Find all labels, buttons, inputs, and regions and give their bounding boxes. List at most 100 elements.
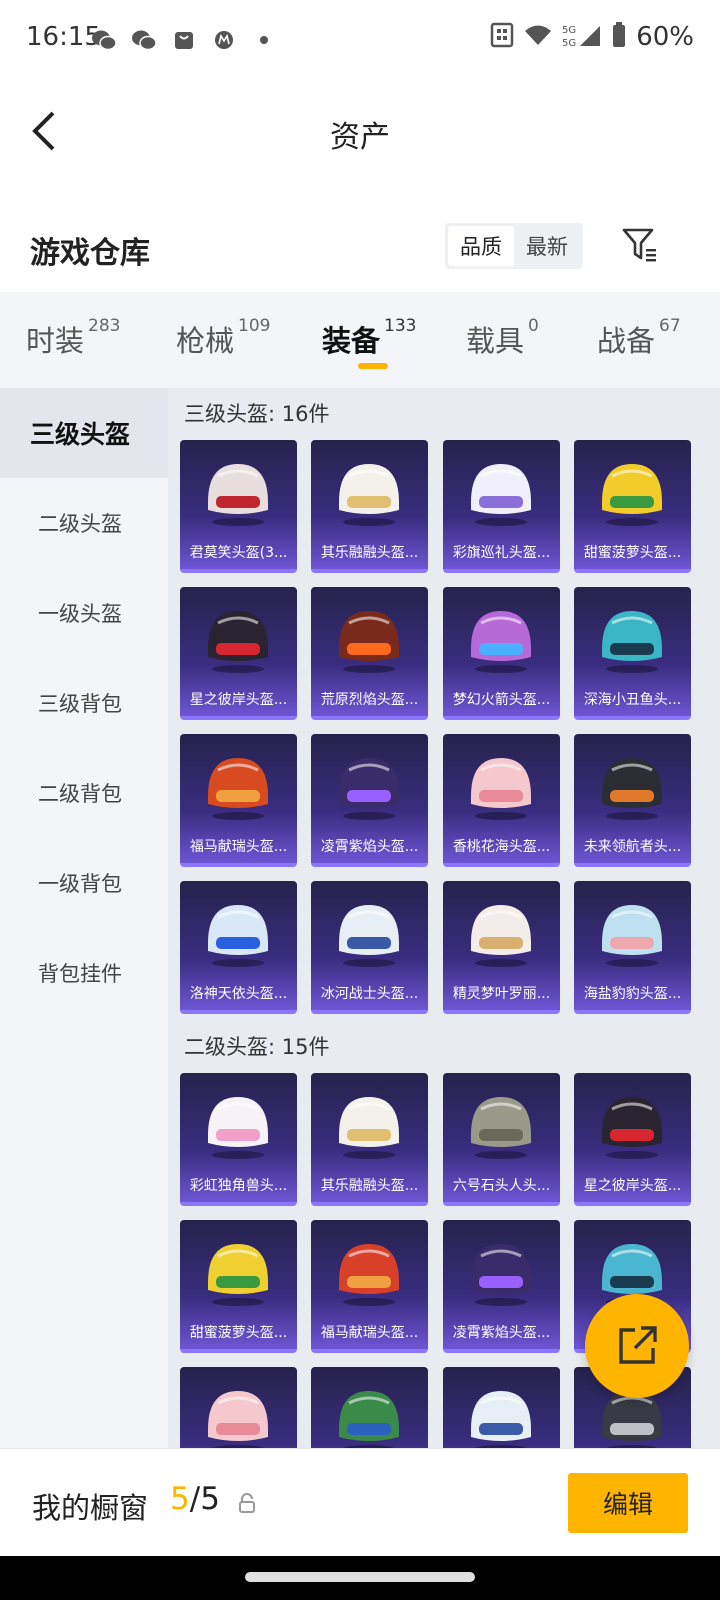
wifi-icon — [524, 24, 552, 50]
sidebar-item-label: 三级头盔 — [30, 420, 131, 449]
item-card[interactable]: 六号石头人头... — [443, 1073, 560, 1206]
filter-icon — [622, 228, 656, 262]
helmet-icon — [339, 1244, 399, 1306]
tab-label: 时装 — [26, 324, 85, 358]
helmet-icon — [471, 464, 531, 526]
sidebar-item-level1-backpack[interactable]: 一级背包 — [0, 838, 168, 928]
status-bar: 16:15 5G 5G 60% — [0, 0, 720, 80]
item-card[interactable]: 梦幻火箭头盔... — [443, 587, 560, 720]
tab-count: 0 — [528, 316, 539, 336]
item-card[interactable]: 其乐融融头盔... — [311, 440, 428, 573]
helmet-icon — [602, 611, 662, 673]
showcase-current: 5 — [170, 1481, 190, 1517]
sidebar-item-level3-helmet[interactable]: 三级头盔 — [0, 388, 168, 478]
tab-vehicles[interactable]: 载具 0 — [466, 316, 539, 360]
item-card-label: 洛神天依头盔... — [189, 986, 288, 1002]
item-card[interactable] — [443, 1367, 560, 1448]
item-card[interactable]: 福马献瑞头盔... — [311, 1220, 428, 1353]
sidebar-item-level2-backpack[interactable]: 二级背包 — [0, 748, 168, 838]
sort-newest-button[interactable]: 最新 — [514, 226, 580, 266]
lock-icon — [239, 1493, 255, 1513]
shopping-bag-icon — [170, 26, 198, 54]
share-icon — [619, 1326, 657, 1364]
item-card[interactable]: 深海小丑鱼头... — [574, 587, 691, 720]
item-card[interactable]: 未来领航者头... — [574, 734, 691, 867]
item-card[interactable]: 福马献瑞头盔... — [180, 734, 297, 867]
group-title: 二级头盔: 15件 — [184, 1035, 330, 1059]
item-card[interactable]: 凌霄紫焰头盔... — [311, 734, 428, 867]
showcase-count: 5/5 — [170, 1481, 220, 1517]
sidebar-item-level3-backpack[interactable]: 三级背包 — [0, 658, 168, 748]
tab-guns[interactable]: 枪械 109 — [176, 316, 270, 360]
item-card[interactable]: 海盐豹豹头盔... — [574, 881, 691, 1014]
signal-icon: 5G 5G — [562, 22, 602, 52]
item-card-label: 星之彼岸头盔... — [189, 692, 288, 708]
wechat-icon — [90, 26, 118, 54]
item-card[interactable]: 冰河战士头盔... — [311, 881, 428, 1014]
home-gesture-handle[interactable] — [245, 1572, 475, 1582]
item-card-label: 君莫笑头盔(3... — [189, 545, 288, 561]
group-title: 三级头盔: 16件 — [184, 402, 330, 426]
item-card[interactable]: 甜蜜菠萝头盔... — [574, 440, 691, 573]
item-card[interactable]: 彩虹独角兽头... — [180, 1073, 297, 1206]
svg-text:5G: 5G — [562, 25, 576, 36]
sidebar-item-backpack-charm[interactable]: 背包挂件 — [0, 928, 168, 1018]
helmet-icon — [471, 905, 531, 967]
item-card[interactable]: 其乐融融头盔... — [311, 1073, 428, 1206]
item-card-label: 其乐融融头盔... — [320, 1178, 419, 1194]
item-card[interactable]: 荒原烈焰头盔... — [311, 587, 428, 720]
helmet-icon — [471, 758, 531, 820]
tab-label: 枪械 — [176, 324, 235, 358]
item-grid: 三级头盔: 16件 二级头盔: 15件 君莫笑头盔(3... 其乐融融头盔... 彩… — [168, 388, 720, 1448]
helmet-icon — [602, 758, 662, 820]
sidebar-item-level2-helmet[interactable]: 二级头盔 — [0, 478, 168, 568]
sidebar-item-label: 一级背包 — [38, 872, 122, 896]
item-card[interactable]: 凌霄紫焰头盔... — [443, 1220, 560, 1353]
tab-fashion[interactable]: 时装 283 — [26, 316, 120, 360]
item-card[interactable] — [311, 1367, 428, 1448]
item-card-label: 彩旗巡礼头盔... — [452, 545, 551, 561]
sort-quality-button[interactable]: 品质 — [448, 226, 514, 266]
sidebar-item-level1-helmet[interactable]: 一级头盔 — [0, 568, 168, 658]
sidebar: 三级头盔 二级头盔 一级头盔 三级背包 二级背包 一级背包 背包挂件 — [0, 388, 168, 1448]
active-tab-indicator — [358, 363, 388, 369]
item-card-label: 梦幻火箭头盔... — [452, 692, 551, 708]
item-card[interactable]: 洛神天依头盔... — [180, 881, 297, 1014]
item-card-label: 冰河战士头盔... — [320, 986, 419, 1002]
helmet-icon — [339, 758, 399, 820]
svg-text:5G: 5G — [562, 38, 576, 48]
sidebar-item-label: 三级背包 — [38, 692, 122, 716]
item-card-label: 甜蜜菠萝头盔... — [189, 1325, 288, 1341]
helmet-icon — [471, 1244, 531, 1306]
helmet-icon — [471, 611, 531, 673]
category-tabs: 时装 283 枪械 109 装备 133 载具 0 战备 67 — [0, 292, 720, 388]
item-card-label: 星之彼岸头盔... — [583, 1178, 682, 1194]
sidebar-item-label: 二级背包 — [38, 782, 122, 806]
item-card-label: 香桃花海头盔... — [452, 839, 551, 855]
item-card[interactable]: 君莫笑头盔(3... — [180, 440, 297, 573]
tab-supplies[interactable]: 战备 67 — [597, 316, 681, 360]
item-card[interactable]: 香桃花海头盔... — [443, 734, 560, 867]
helmet-icon — [208, 611, 268, 673]
item-card-label: 六号石头人头... — [452, 1178, 551, 1194]
warehouse-header: 游戏仓库 品质 最新 — [0, 215, 720, 285]
battery-icon — [612, 22, 626, 52]
item-card[interactable] — [180, 1367, 297, 1448]
share-button[interactable] — [585, 1294, 689, 1398]
item-card[interactable]: 彩旗巡礼头盔... — [443, 440, 560, 573]
showcase-total: 5 — [200, 1481, 220, 1517]
item-card-label: 海盐豹豹头盔... — [583, 986, 682, 1002]
tab-count: 67 — [659, 316, 681, 336]
helmet-icon — [208, 758, 268, 820]
tab-label: 战备 — [597, 324, 656, 358]
item-card[interactable]: 甜蜜菠萝头盔... — [180, 1220, 297, 1353]
helmet-icon — [208, 1244, 268, 1306]
item-card[interactable]: 精灵梦叶罗丽... — [443, 881, 560, 1014]
system-icons: 5G 5G 60% — [490, 22, 694, 52]
tab-equipment[interactable]: 装备 133 — [322, 316, 416, 360]
filter-button[interactable] — [618, 223, 662, 267]
item-card[interactable]: 星之彼岸头盔... — [180, 587, 297, 720]
edit-button[interactable]: 编辑 — [568, 1473, 688, 1533]
helmet-icon — [339, 611, 399, 673]
item-card[interactable]: 星之彼岸头盔... — [574, 1073, 691, 1206]
